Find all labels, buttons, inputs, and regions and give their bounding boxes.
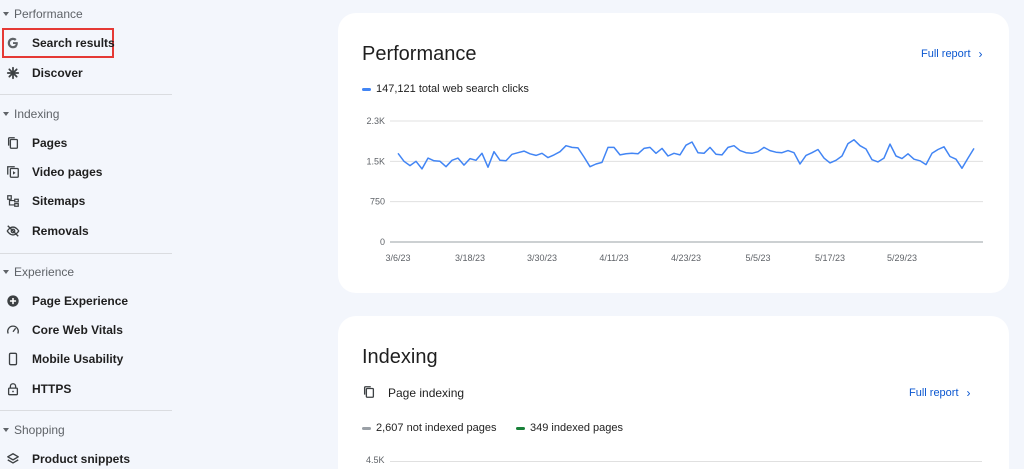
collapse-caret-icon: [3, 428, 9, 432]
sidebar-item-core-web-vitals[interactable]: Core Web Vitals: [0, 316, 172, 344]
sidebar-item-label: Removals: [32, 224, 89, 238]
section-label: Performance: [14, 7, 83, 21]
sidebar-item-label: Product snippets: [32, 452, 131, 466]
section-label: Indexing: [14, 107, 60, 121]
y-tick-label: 750: [370, 197, 385, 207]
eye-off-icon: [5, 223, 21, 239]
sidebar-item-label: Core Web Vitals: [32, 323, 123, 337]
sidebar-item-pages[interactable]: Pages: [0, 129, 172, 157]
section-header-indexing[interactable]: Indexing: [0, 102, 172, 126]
legend-not-indexed[interactable]: 2,607 not indexed pages: [362, 422, 497, 434]
indexing-title: Indexing: [362, 346, 438, 368]
video-icon: [5, 164, 21, 180]
sidebar-item-label: HTTPS: [32, 382, 72, 396]
legend-label: 349 indexed pages: [530, 422, 623, 434]
lock-icon: [5, 381, 21, 397]
collapse-caret-icon: [3, 270, 9, 274]
section-header-performance[interactable]: Performance: [0, 2, 172, 26]
x-tick-label: 3/30/23: [527, 253, 557, 263]
legend-indexed[interactable]: 349 indexed pages: [516, 422, 623, 434]
section-header-experience[interactable]: Experience: [0, 260, 172, 284]
sidebar-item-product-snippets[interactable]: Product snippets: [0, 445, 172, 469]
divider: [0, 94, 172, 95]
gauge-icon: [5, 322, 21, 338]
sidebar-item-https[interactable]: HTTPS: [0, 375, 172, 403]
chevron-right-icon: ›: [966, 386, 971, 400]
performance-chart-svg: 0 750 1.5K 2.3K 3/6/23 3/18/23 3/30/23 4/11/23 4…: [366, 116, 983, 263]
x-tick-label: 4/11/23: [599, 253, 628, 263]
chevron-right-icon: ›: [978, 47, 983, 61]
sidebar-item-label: Pages: [32, 136, 68, 150]
section-label: Shopping: [14, 423, 65, 437]
sitemap-icon: [5, 193, 21, 209]
collapse-caret-icon: [3, 112, 9, 116]
legend-swatch: [516, 426, 525, 430]
subtitle-label: Page indexing: [388, 386, 465, 400]
divider: [0, 253, 172, 254]
x-tick-label: 5/17/23: [815, 253, 845, 263]
sidebar-item-label: Sitemaps: [32, 194, 86, 208]
indexing-ytick-top: 4.5K: [366, 455, 385, 465]
full-report-label: Full report: [921, 48, 971, 60]
indexing-gridline: [390, 461, 982, 462]
legend-label: 147,121 total web search clicks: [376, 83, 529, 95]
y-tick-label: 0: [380, 237, 385, 247]
x-tick-label: 5/5/23: [745, 253, 770, 263]
section-header-shopping[interactable]: Shopping: [0, 418, 172, 442]
full-report-label: Full report: [909, 387, 959, 399]
performance-card: Performance Full report › 147,121 total …: [338, 13, 1009, 293]
phone-icon: [5, 351, 21, 367]
indexing-full-report-link[interactable]: Full report ›: [909, 386, 971, 400]
x-tick-label: 3/18/23: [455, 253, 485, 263]
legend-label: 2,607 not indexed pages: [376, 422, 497, 434]
google-g-icon: [5, 35, 21, 51]
sidebar-item-label: Mobile Usability: [32, 352, 124, 366]
x-tick-label: 4/23/23: [671, 253, 701, 263]
page-indexing-subtitle: Page indexing: [362, 385, 464, 401]
performance-legend[interactable]: 147,121 total web search clicks: [362, 83, 529, 95]
plus-circle-icon: [5, 293, 21, 309]
pages-icon: [5, 135, 21, 151]
sidebar-item-search-results[interactable]: Search results: [0, 29, 172, 57]
sidebar-item-sitemaps[interactable]: Sitemaps: [0, 187, 172, 215]
sidebar-item-label: Video pages: [32, 165, 103, 179]
sidebar-item-label: Page Experience: [32, 294, 129, 308]
performance-title: Performance: [362, 43, 477, 65]
sidebar-item-video-pages[interactable]: Video pages: [0, 158, 172, 186]
divider: [0, 410, 172, 411]
layers-icon: [5, 451, 21, 467]
sidebar-item-discover[interactable]: Discover: [0, 59, 172, 87]
clicks-series-line[interactable]: [397, 139, 975, 170]
x-tick-label: 5/29/23: [887, 253, 917, 263]
pages-icon: [362, 385, 378, 401]
indexing-card: Indexing Page indexing Full report › 2,6…: [338, 316, 1009, 469]
performance-full-report-link[interactable]: Full report ›: [921, 47, 983, 61]
sidebar-item-mobile-usability[interactable]: Mobile Usability: [0, 345, 172, 373]
y-tick-label: 2.3K: [366, 116, 385, 126]
sidebar: Performance Search results Discover Inde…: [0, 0, 172, 469]
sidebar-item-label: Discover: [32, 66, 83, 80]
x-tick-label: 3/6/23: [385, 253, 410, 263]
collapse-caret-icon: [3, 12, 9, 16]
section-label: Experience: [14, 265, 75, 279]
asterisk-icon: [5, 65, 21, 81]
y-tick-label: 1.5K: [366, 156, 385, 166]
legend-swatch: [362, 87, 371, 91]
sidebar-item-page-experience[interactable]: Page Experience: [0, 287, 172, 315]
sidebar-item-label: Search results: [32, 36, 115, 50]
legend-swatch: [362, 426, 371, 430]
sidebar-item-removals[interactable]: Removals: [0, 217, 172, 245]
